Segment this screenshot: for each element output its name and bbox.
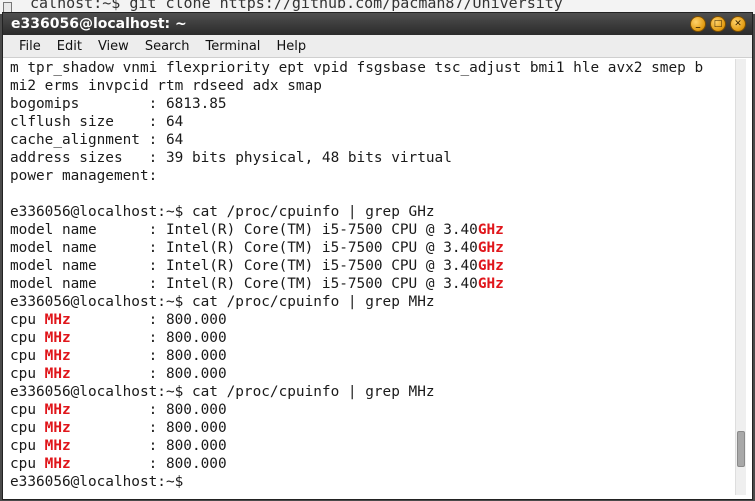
- terminal-line: model name : Intel(R) Core(TM) i5-7500 C…: [10, 221, 732, 239]
- terminal-text: power management:: [10, 168, 158, 184]
- grep-match: GHz: [477, 276, 504, 292]
- terminal-text: : 800.000: [70, 312, 227, 328]
- terminal-line: cpu MHz : 800.000: [10, 347, 732, 365]
- scrollbar[interactable]: [735, 59, 746, 495]
- terminal-text: model name : Intel(R) Core(TM) i5-7500 C…: [10, 258, 478, 274]
- terminal-line: e336056@localhost:~$: [10, 473, 732, 491]
- terminal-line: model name : Intel(R) Core(TM) i5-7500 C…: [10, 257, 732, 275]
- terminal-line: bogomips : 6813.85: [10, 95, 732, 113]
- terminal-line: cpu MHz : 800.000: [10, 311, 732, 329]
- menu-search[interactable]: Search: [137, 39, 198, 54]
- terminal-text: : 800.000: [70, 366, 227, 382]
- terminal-text: cpu: [10, 348, 45, 364]
- terminal-text: model name : Intel(R) Core(TM) i5-7500 C…: [10, 276, 478, 292]
- menu-terminal[interactable]: Terminal: [197, 39, 268, 54]
- grep-match: MHz: [44, 312, 71, 328]
- terminal-line: e336056@localhost:~$ cat /proc/cpuinfo |…: [10, 293, 732, 311]
- terminal-text: e336056@localhost:~$: [10, 474, 192, 490]
- grep-match: GHz: [477, 222, 504, 238]
- terminal-line: e336056@localhost:~$ cat /proc/cpuinfo |…: [10, 383, 732, 401]
- terminal-text: mi2 erms invpcid rtm rdseed adx smap: [10, 78, 322, 94]
- terminal-text: address sizes : 39 bits physical, 48 bit…: [10, 150, 452, 166]
- terminal-text: : 800.000: [70, 402, 227, 418]
- terminal-window: e336056@localhost: ~ _ □ ✕ File Edit Vie…: [2, 12, 753, 500]
- menu-view[interactable]: View: [90, 39, 137, 54]
- grep-match: MHz: [44, 438, 71, 454]
- window-controls: _ □ ✕: [690, 16, 746, 32]
- window-title: e336056@localhost: ~: [11, 16, 187, 32]
- menu-edit[interactable]: Edit: [49, 39, 90, 54]
- terminal-text: cpu: [10, 312, 45, 328]
- terminal-text: : 800.000: [70, 348, 227, 364]
- terminal-text: cache_alignment : 64: [10, 132, 184, 148]
- terminal-text: : 800.000: [70, 456, 227, 472]
- minimize-button[interactable]: _: [690, 16, 706, 32]
- close-button[interactable]: ✕: [730, 16, 746, 32]
- menu-help[interactable]: Help: [268, 39, 314, 54]
- terminal-text: model name : Intel(R) Core(TM) i5-7500 C…: [10, 222, 478, 238]
- terminal-line: cpu MHz : 800.000: [10, 419, 732, 437]
- terminal-line: cpu MHz : 800.000: [10, 329, 732, 347]
- grep-match: MHz: [44, 402, 71, 418]
- grep-match: MHz: [44, 348, 71, 364]
- terminal-text: e336056@localhost:~$ cat /proc/cpuinfo |…: [10, 384, 435, 400]
- terminal-line: mi2 erms invpcid rtm rdseed adx smap: [10, 77, 732, 95]
- terminal-text: cpu: [10, 330, 45, 346]
- terminal-line: address sizes : 39 bits physical, 48 bit…: [10, 149, 732, 167]
- maximize-button[interactable]: □: [710, 16, 726, 32]
- menu-bar: File Edit View Search Terminal Help: [3, 35, 752, 58]
- terminal-text: m tpr_shadow vnmi flexpriority ept vpid …: [10, 60, 704, 76]
- maximize-icon: □: [713, 18, 723, 29]
- terminal-text: model name : Intel(R) Core(TM) i5-7500 C…: [10, 240, 478, 256]
- close-icon: ✕: [734, 18, 742, 29]
- terminal-line: clflush size : 64: [10, 113, 732, 131]
- terminal-line: e336056@localhost:~$ cat /proc/cpuinfo |…: [10, 203, 732, 221]
- background-terminal-text: calhost:~$ git clone https://github.com/…: [30, 0, 563, 12]
- terminal-line: cpu MHz : 800.000: [10, 401, 732, 419]
- grep-match: MHz: [44, 456, 71, 472]
- terminal-text: : 800.000: [70, 438, 227, 454]
- grep-match: MHz: [44, 330, 71, 346]
- terminal-text: bogomips : 6813.85: [10, 96, 227, 112]
- terminal-text: e336056@localhost:~$ cat /proc/cpuinfo |…: [10, 294, 435, 310]
- terminal-text: e336056@localhost:~$ cat /proc/cpuinfo |…: [10, 204, 435, 220]
- terminal-line: model name : Intel(R) Core(TM) i5-7500 C…: [10, 239, 732, 257]
- terminal-line: cpu MHz : 800.000: [10, 437, 732, 455]
- terminal-line: cpu MHz : 800.000: [10, 365, 732, 383]
- grep-match: MHz: [44, 420, 71, 436]
- terminal-line: cache_alignment : 64: [10, 131, 732, 149]
- terminal-line: model name : Intel(R) Core(TM) i5-7500 C…: [10, 275, 732, 293]
- grep-match: GHz: [477, 258, 504, 274]
- terminal-text: cpu: [10, 438, 45, 454]
- grep-match: MHz: [44, 366, 71, 382]
- terminal-text: : 800.000: [70, 330, 227, 346]
- minimize-icon: _: [695, 18, 701, 29]
- scrollbar-thumb[interactable]: [737, 431, 745, 467]
- terminal-line: cpu MHz : 800.000: [10, 455, 732, 473]
- terminal-text: cpu: [10, 366, 45, 382]
- terminal-text: : 800.000: [70, 420, 227, 436]
- terminal-line: power management:: [10, 167, 732, 185]
- terminal-line: m tpr_shadow vnmi flexpriority ept vpid …: [10, 59, 732, 77]
- title-bar[interactable]: e336056@localhost: ~ _ □ ✕: [3, 13, 752, 35]
- terminal-text: clflush size : 64: [10, 114, 184, 130]
- menu-file[interactable]: File: [11, 39, 49, 54]
- terminal-text: cpu: [10, 456, 45, 472]
- grep-match: GHz: [477, 240, 504, 256]
- terminal-text: cpu: [10, 420, 45, 436]
- terminal-text: cpu: [10, 402, 45, 418]
- terminal-output[interactable]: m tpr_shadow vnmi flexpriority ept vpid …: [10, 59, 732, 495]
